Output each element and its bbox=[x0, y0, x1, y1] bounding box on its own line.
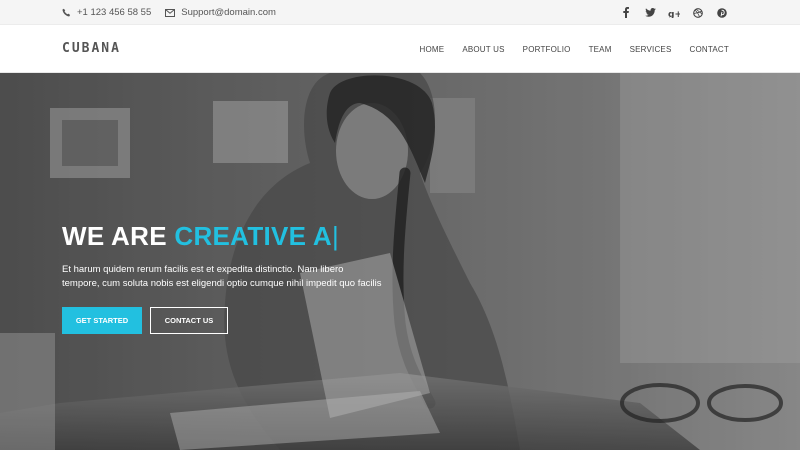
navbar: CUBANA HOME ABOUT US PORTFOLIO TEAM SERV… bbox=[0, 25, 800, 73]
twitter-icon[interactable] bbox=[644, 7, 656, 19]
contact-info: +1 123 456 58 55 Support@domain.com bbox=[62, 0, 276, 25]
phone-item: +1 123 456 58 55 bbox=[62, 7, 151, 18]
email-item: Support@domain.com bbox=[165, 7, 276, 18]
nav-home[interactable]: HOME bbox=[420, 45, 445, 54]
main-menu: HOME ABOUT US PORTFOLIO TEAM SERVICES CO… bbox=[420, 25, 730, 73]
get-started-button[interactable]: GET STARTED bbox=[62, 307, 142, 334]
top-bar: +1 123 456 58 55 Support@domain.com g+ bbox=[0, 0, 800, 25]
hero-headline: WE ARE CREATIVE A| bbox=[62, 219, 422, 253]
hero-buttons: GET STARTED CONTACT US bbox=[62, 307, 228, 334]
headline-prefix: WE ARE bbox=[62, 221, 167, 251]
pinterest-icon[interactable] bbox=[716, 7, 728, 19]
google-plus-icon[interactable]: g+ bbox=[668, 7, 680, 19]
phone-icon bbox=[62, 8, 71, 17]
headline-accent: CREATIVE A bbox=[174, 221, 332, 251]
hero-section: WE ARE CREATIVE A| Et harum quidem rerum… bbox=[0, 73, 800, 450]
logo[interactable]: CUBANA bbox=[62, 25, 121, 73]
dribbble-icon[interactable] bbox=[692, 7, 704, 19]
nav-contact[interactable]: CONTACT bbox=[690, 45, 729, 54]
contact-us-button[interactable]: CONTACT US bbox=[150, 307, 228, 334]
nav-about-us[interactable]: ABOUT US bbox=[462, 45, 504, 54]
nav-team[interactable]: TEAM bbox=[589, 45, 612, 54]
svg-text:g+: g+ bbox=[668, 10, 680, 18]
phone-number: +1 123 456 58 55 bbox=[77, 7, 152, 18]
envelope-icon bbox=[165, 8, 176, 17]
typing-cursor: | bbox=[331, 221, 340, 251]
email-address[interactable]: Support@domain.com bbox=[181, 7, 276, 18]
nav-portfolio[interactable]: PORTFOLIO bbox=[523, 45, 571, 54]
social-links: g+ bbox=[620, 0, 728, 25]
nav-services[interactable]: SERVICES bbox=[630, 45, 672, 54]
hero-content: WE ARE CREATIVE A| Et harum quidem rerum… bbox=[62, 219, 422, 334]
hero-description: Et harum quidem rerum facilis est et exp… bbox=[62, 264, 382, 289]
facebook-icon[interactable] bbox=[620, 7, 632, 19]
